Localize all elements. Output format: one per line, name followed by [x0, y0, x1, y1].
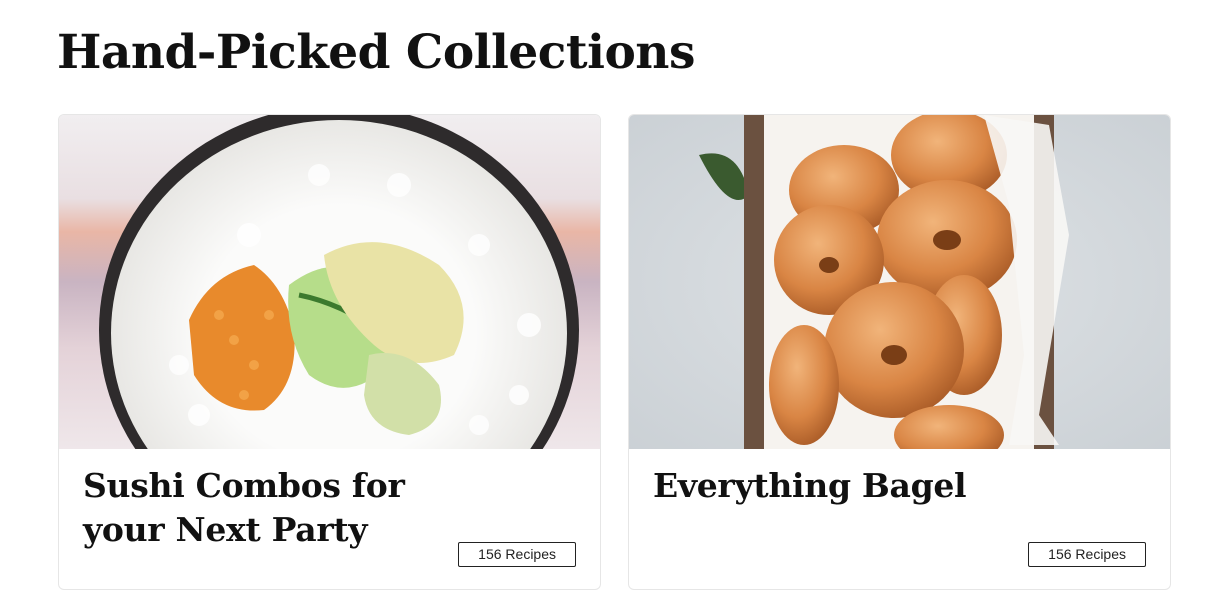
page-title: Hand-Picked Collections [57, 25, 695, 80]
recipe-count-badge: 156 Recipes [458, 542, 576, 567]
collection-title[interactable]: Everything Bagel [653, 464, 993, 508]
collection-card-bagel[interactable]: Everything Bagel 156 Recipes [628, 114, 1171, 590]
collection-title[interactable]: Sushi Combos for your Next Party [83, 464, 423, 552]
bagel-photo[interactable] [629, 115, 1170, 449]
sushi-photo[interactable] [59, 115, 600, 449]
collection-card-sushi[interactable]: Sushi Combos for your Next Party 156 Rec… [58, 114, 601, 590]
recipe-count-badge: 156 Recipes [1028, 542, 1146, 567]
